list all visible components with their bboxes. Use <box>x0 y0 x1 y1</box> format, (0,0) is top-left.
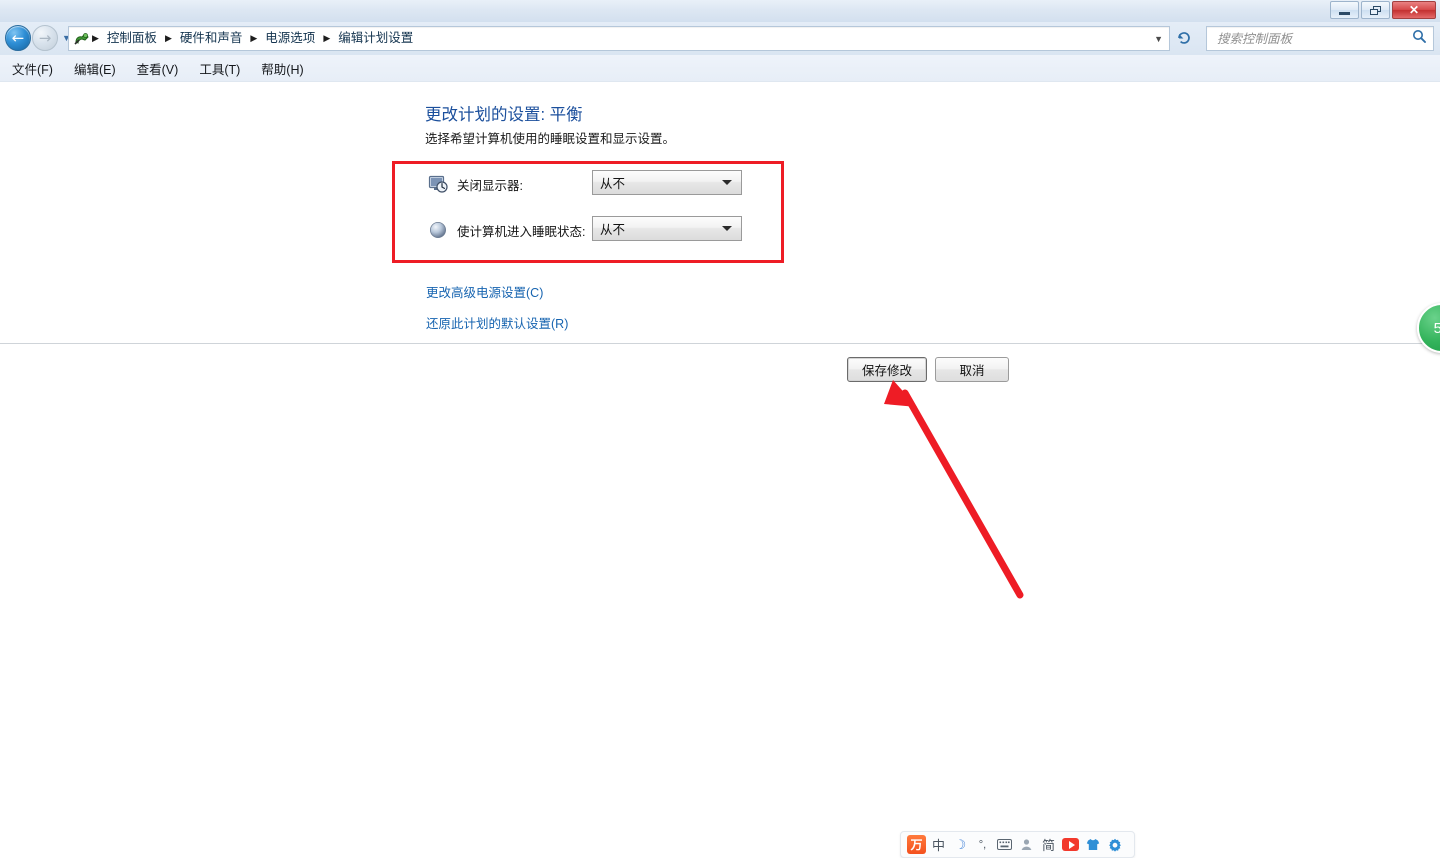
sleep-moon-icon <box>428 220 448 240</box>
breadcrumb-item-hardware-sound[interactable]: 硬件和声音 <box>173 27 250 50</box>
nav-buttons: ← → ▼ <box>5 25 71 51</box>
menu-bar: 文件(F) 编辑(E) 查看(V) 工具(T) 帮助(H) <box>0 55 1440 82</box>
ime-settings[interactable] <box>1105 835 1124 854</box>
setting-label-sleep: 使计算机进入睡眠状态: <box>457 224 586 239</box>
power-plug-icon <box>73 30 91 47</box>
link-restore-plan-defaults[interactable]: 还原此计划的默认设置(R) <box>426 313 568 332</box>
breadcrumb-item-power-options[interactable]: 电源选项 <box>258 27 322 50</box>
ime-simplified[interactable]: 简 <box>1039 835 1058 854</box>
cancel-button[interactable]: 取消 <box>935 357 1009 382</box>
breadcrumb-separator: ▶ <box>92 33 99 43</box>
back-arrow-icon: ← <box>11 28 25 47</box>
menu-item-edit[interactable]: 编辑(E) <box>65 56 125 81</box>
address-bar[interactable]: ▶ 控制面板 ▶ 硬件和声音 ▶ 电源选项 ▶ 编辑计划设置 ▼ <box>68 26 1170 51</box>
close-icon: ✕ <box>1408 3 1420 17</box>
forward-arrow-icon: → <box>38 28 52 47</box>
address-dropdown-icon[interactable]: ▼ <box>1154 34 1163 44</box>
breadcrumb-item-control-panel[interactable]: 控制面板 <box>100 27 164 50</box>
minimize-button[interactable] <box>1330 1 1359 19</box>
ime-punctuation[interactable]: °, <box>973 835 992 854</box>
ime-skin[interactable] <box>1083 835 1102 854</box>
maximize-button[interactable] <box>1361 1 1390 19</box>
dropdown-value-display-off: 从不 <box>600 177 626 191</box>
status-badge-value: 55 <box>1433 319 1440 337</box>
section-divider <box>0 343 1440 344</box>
setting-row-display-off: 关闭显示器: <box>428 174 523 194</box>
chevron-down-icon <box>722 226 732 231</box>
application-window: ✕ ← → ▼ ▶ 控制面板 ▶ 硬件和声音 ▶ 电源选项 ▶ 编辑计划设置 ▼… <box>0 0 1440 858</box>
ime-chinese-mode[interactable]: 中 <box>929 835 948 854</box>
dropdown-display-off[interactable]: 从不 <box>592 170 742 195</box>
breadcrumb-separator: ▶ <box>323 33 331 43</box>
navigation-bar: ← → ▼ ▶ 控制面板 ▶ 硬件和声音 ▶ 电源选项 ▶ 编辑计划设置 ▼ 搜… <box>0 22 1440 55</box>
minimize-icon <box>1339 11 1350 15</box>
ime-logo[interactable]: 万 <box>907 835 926 854</box>
ime-softkeyboard[interactable] <box>995 835 1014 854</box>
breadcrumb-item-edit-plan-settings[interactable]: 编辑计划设置 <box>331 27 420 50</box>
chevron-down-icon <box>722 180 732 185</box>
breadcrumb-separator: ▶ <box>250 33 258 43</box>
dropdown-value-sleep: 从不 <box>600 223 626 237</box>
menu-item-help[interactable]: 帮助(H) <box>252 56 312 81</box>
title-bar: ✕ <box>0 0 1440 23</box>
refresh-button[interactable] <box>1175 29 1193 47</box>
search-input[interactable] <box>1215 30 1405 47</box>
ime-user[interactable] <box>1017 835 1036 854</box>
back-button[interactable]: ← <box>5 25 31 51</box>
forward-button[interactable]: → <box>32 25 58 51</box>
link-advanced-power-settings[interactable]: 更改高级电源设置(C) <box>426 282 543 301</box>
ime-toolbar: 万 中 ☽ °, 简 <box>900 831 1135 858</box>
content-area: 更改计划的设置: 平衡 选择希望计算机使用的睡眠设置和显示设置。 关闭显示器: … <box>0 82 1440 858</box>
page-title: 更改计划的设置: 平衡 <box>425 106 583 124</box>
setting-row-sleep: 使计算机进入睡眠状态: <box>428 220 585 240</box>
page-subtitle: 选择希望计算机使用的睡眠设置和显示设置。 <box>425 132 676 146</box>
menu-item-view[interactable]: 查看(V) <box>128 56 188 81</box>
breadcrumb-separator: ▶ <box>164 33 172 43</box>
breadcrumb: ▶ 控制面板 ▶ 硬件和声音 ▶ 电源选项 ▶ 编辑计划设置 <box>91 27 420 50</box>
menu-item-tools[interactable]: 工具(T) <box>190 56 249 81</box>
menu-item-file[interactable]: 文件(F) <box>3 56 62 81</box>
save-changes-button[interactable]: 保存修改 <box>847 357 927 382</box>
setting-label-display-off: 关闭显示器: <box>457 178 523 193</box>
maximize-icon <box>1370 5 1381 15</box>
monitor-clock-icon <box>428 174 448 194</box>
ime-video[interactable] <box>1061 835 1080 854</box>
search-box[interactable] <box>1206 26 1434 51</box>
ime-moon[interactable]: ☽ <box>951 835 970 854</box>
search-icon <box>1412 29 1426 48</box>
dropdown-sleep[interactable]: 从不 <box>592 216 742 241</box>
window-controls: ✕ <box>1330 1 1436 19</box>
close-button[interactable]: ✕ <box>1392 1 1436 19</box>
